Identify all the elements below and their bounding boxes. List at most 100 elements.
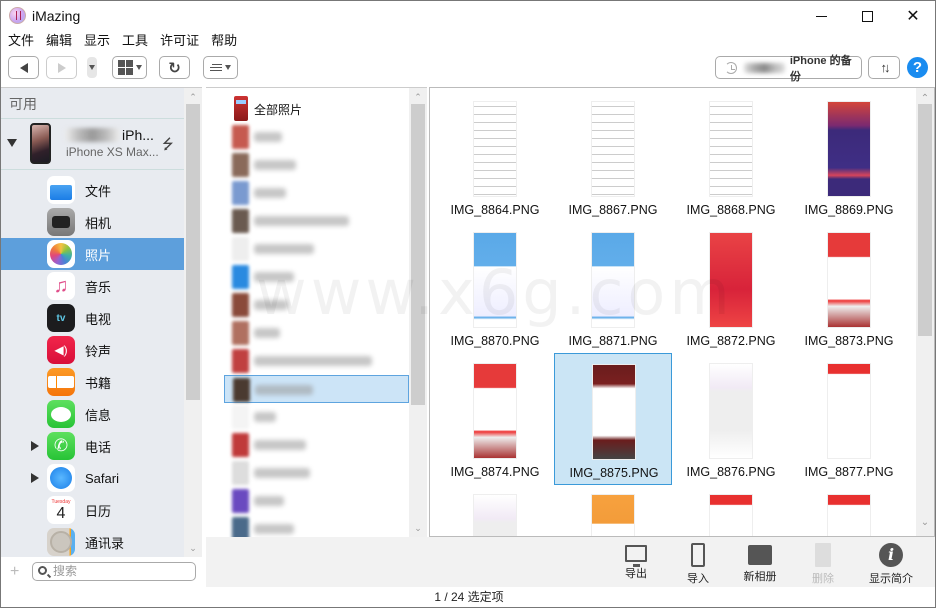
help-button[interactable]: ? xyxy=(907,57,928,78)
sidebar-item-safari[interactable]: Safari xyxy=(1,462,184,494)
grid-scrollbar[interactable]: ⌃ ⌄ xyxy=(916,88,934,536)
album-thumbnail xyxy=(232,517,249,537)
menu-license[interactable]: 许可证 xyxy=(160,31,199,51)
photo-item[interactable] xyxy=(790,484,908,536)
photo-item[interactable]: IMG_8877.PNG xyxy=(790,353,908,485)
album-item[interactable] xyxy=(206,487,409,515)
photo-item[interactable]: IMG_8871.PNG xyxy=(554,222,672,354)
info-button[interactable]: i 显示简介 xyxy=(861,541,921,585)
photo-item[interactable]: IMG_8872.PNG xyxy=(672,222,790,354)
sidebar-item-files[interactable]: 文件 xyxy=(1,174,184,206)
album-item[interactable] xyxy=(206,151,409,179)
scroll-up-icon[interactable]: ⌃ xyxy=(409,90,427,104)
backups-button[interactable]: iPhone 的备份 xyxy=(715,55,862,83)
photo-item[interactable]: IMG_8874.PNG xyxy=(436,353,554,485)
refresh-button[interactable]: ↻ xyxy=(159,56,190,79)
list-options-button[interactable] xyxy=(203,56,238,79)
sidebar-item-contacts[interactable]: 通讯录 xyxy=(1,526,184,558)
import-label: 导入 xyxy=(687,573,709,585)
album-item[interactable] xyxy=(206,235,409,263)
album-item[interactable] xyxy=(206,319,409,347)
scrollbar-thumb[interactable] xyxy=(411,104,425,405)
menu-file[interactable]: 文件 xyxy=(8,31,34,51)
photos-icon xyxy=(47,240,75,268)
scroll-down-icon[interactable]: ⌄ xyxy=(916,516,934,530)
scroll-up-icon[interactable]: ⌃ xyxy=(184,90,202,104)
photo-thumbnail xyxy=(473,363,517,459)
photo-thumbnail xyxy=(473,494,517,536)
scroll-down-icon[interactable]: ⌄ xyxy=(409,521,427,535)
album-item[interactable] xyxy=(224,375,409,403)
photo-filename: IMG_8873.PNG xyxy=(804,334,894,348)
sidebar-item-label: 音乐 xyxy=(85,279,112,295)
photo-item[interactable]: IMG_8867.PNG xyxy=(554,91,672,223)
contacts-icon xyxy=(47,528,75,556)
album-scrollbar[interactable]: ⌃ ⌄ xyxy=(409,88,427,537)
album-item[interactable] xyxy=(206,347,409,375)
sidebar-item-ringtones[interactable]: ◀) 铃声 xyxy=(1,334,184,366)
photo-item[interactable] xyxy=(554,484,672,536)
album-item[interactable] xyxy=(206,179,409,207)
expand-icon[interactable] xyxy=(31,473,39,483)
album-item[interactable] xyxy=(206,207,409,235)
sidebar-item-music[interactable]: ♫ 音乐 xyxy=(1,270,184,302)
scrollbar-thumb[interactable] xyxy=(186,104,200,400)
album-item[interactable] xyxy=(206,459,409,487)
add-icon[interactable]: + xyxy=(10,563,19,581)
new-album-button[interactable]: 新相册 xyxy=(730,541,790,585)
photo-item[interactable] xyxy=(436,484,554,536)
minimize-button[interactable] xyxy=(798,1,844,31)
photo-item[interactable]: IMG_8868.PNG xyxy=(672,91,790,223)
album-item[interactable] xyxy=(206,403,409,431)
photo-item[interactable]: IMG_8875.PNG xyxy=(554,353,672,485)
album-item[interactable] xyxy=(206,431,409,459)
album-name-redacted xyxy=(254,524,294,534)
album-item[interactable] xyxy=(206,123,409,151)
menu-tools[interactable]: 工具 xyxy=(122,31,148,51)
album-item[interactable] xyxy=(206,291,409,319)
album-name-redacted xyxy=(255,385,313,395)
export-button[interactable]: 导出 xyxy=(606,541,666,585)
sidebar: 可用 iPh... iPhone XS Max... ⭍ 文件 相机 照片 ♫ 音乐 tv… xyxy=(1,87,202,558)
album-all-photos[interactable]: 全部照片 xyxy=(206,95,409,123)
history-dropdown[interactable] xyxy=(87,57,97,78)
menu-help[interactable]: 帮助 xyxy=(211,31,237,51)
photo-thumbnail xyxy=(591,101,635,197)
scroll-down-icon[interactable]: ⌄ xyxy=(184,541,202,555)
photo-item[interactable]: IMG_8869.PNG xyxy=(790,91,908,223)
tv-icon: tv xyxy=(47,304,75,332)
device-icon xyxy=(30,123,51,164)
menu-edit[interactable]: 编辑 xyxy=(46,31,72,51)
sidebar-item-camera[interactable]: 相机 xyxy=(1,206,184,238)
scrollbar-thumb[interactable] xyxy=(918,104,932,336)
view-mode-button[interactable] xyxy=(112,56,147,79)
sidebar-scrollbar[interactable]: ⌃ ⌄ xyxy=(184,88,202,558)
delete-button[interactable]: 删除 xyxy=(793,541,853,585)
maximize-button[interactable] xyxy=(844,1,890,31)
photo-thumbnail xyxy=(709,494,753,536)
sidebar-item-tv[interactable]: tv 电视 xyxy=(1,302,184,334)
search-input[interactable]: 搜索 xyxy=(32,562,196,581)
forward-button[interactable] xyxy=(46,56,77,79)
photo-item[interactable]: IMG_8870.PNG xyxy=(436,222,554,354)
expand-icon[interactable] xyxy=(31,441,39,451)
transfer-button[interactable]: ↑↓ xyxy=(868,56,900,79)
close-button[interactable]: ✕ xyxy=(890,1,936,31)
photo-item[interactable]: IMG_8876.PNG xyxy=(672,353,790,485)
photo-item[interactable]: IMG_8864.PNG xyxy=(436,91,554,223)
collapse-icon[interactable] xyxy=(7,139,17,147)
album-item[interactable] xyxy=(206,263,409,291)
import-button[interactable]: 导入 xyxy=(668,541,728,585)
sidebar-item-books[interactable]: 书籍 xyxy=(1,366,184,398)
sidebar-item-phone[interactable]: ✆ 电话 xyxy=(1,430,184,462)
album-item[interactable] xyxy=(206,515,409,537)
close-icon: ✕ xyxy=(906,8,920,25)
sidebar-item-calendar[interactable]: Tuesday 4 日历 xyxy=(1,494,184,526)
sidebar-item-photos[interactable]: 照片 xyxy=(1,238,184,270)
sidebar-item-messages[interactable]: 信息 xyxy=(1,398,184,430)
back-button[interactable] xyxy=(8,56,39,79)
photo-item[interactable]: IMG_8873.PNG xyxy=(790,222,908,354)
album-thumbnail xyxy=(232,433,249,457)
menu-view[interactable]: 显示 xyxy=(84,31,110,51)
photo-item[interactable] xyxy=(672,484,790,536)
